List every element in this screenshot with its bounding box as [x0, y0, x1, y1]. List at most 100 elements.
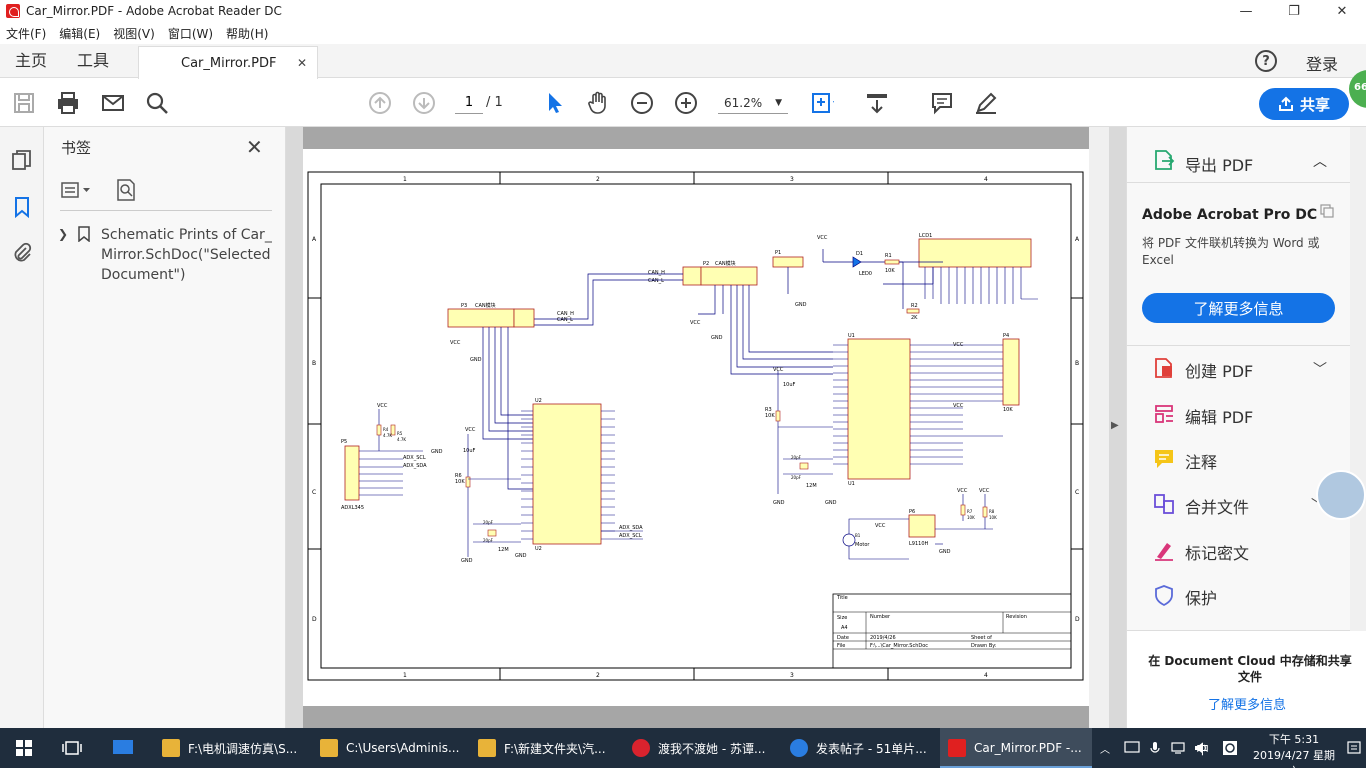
menu-file[interactable]: 文件(F): [6, 25, 46, 42]
cloud-learn-more-link[interactable]: 了解更多信息: [1127, 694, 1366, 713]
u1-mcu: [847, 338, 911, 480]
new-bookmark-icon[interactable]: [114, 178, 138, 202]
tools-panel-scrollbar[interactable]: [1350, 127, 1366, 631]
close-window-button[interactable]: ✕: [1318, 0, 1366, 22]
login-button[interactable]: 登录: [1306, 51, 1338, 75]
acrobat-icon: [6, 4, 20, 18]
taskbar-item-explorer-2[interactable]: C:\Users\Adminis...: [308, 728, 463, 768]
attachment-icon[interactable]: [11, 242, 33, 264]
row-label: D: [312, 616, 317, 623]
document-cloud-promo: 在 Document Cloud 中存储和共享文件 了解更多信息: [1127, 630, 1366, 728]
taskbar-item-acrobat[interactable]: Car_Mirror.PDF -...: [940, 728, 1092, 768]
c-10uf-label: 10uF: [783, 382, 796, 388]
taskbar-item-music[interactable]: 渡我不渡她 - 苏谭...: [624, 728, 779, 768]
export-pdf-header[interactable]: 导出 PDF ︿: [1127, 127, 1366, 183]
r6-value: 10K: [455, 479, 465, 485]
document-viewport[interactable]: 1 2 3 4 1 2 3 4 A B C D A B C D LCD1 D1 …: [286, 127, 1126, 728]
bookmark-panel: 书签 ✕ ❯ Schematic Prints of Car_Mirror.Sc…: [44, 127, 286, 728]
chevron-up-icon[interactable]: ︿: [1313, 151, 1327, 171]
zoom-level-select[interactable]: 61.2% ▼: [718, 92, 788, 114]
document-scrollbar[interactable]: [1089, 127, 1109, 728]
info-icon[interactable]: [1320, 204, 1334, 218]
select-cursor-icon[interactable]: [543, 91, 567, 115]
bookmark-panel-icon[interactable]: [11, 196, 33, 218]
comment-icon[interactable]: [930, 91, 954, 115]
p3-connector: [513, 308, 535, 328]
tool-label: 合并文件: [1185, 498, 1250, 517]
next-page-icon[interactable]: [412, 91, 436, 115]
page-number-input[interactable]: [455, 92, 483, 114]
ime-label[interactable]: 中: [1196, 728, 1209, 768]
taskbar-item-explorer-1[interactable]: F:\电机调速仿真\S...: [150, 728, 305, 768]
menu-help[interactable]: 帮助(H): [226, 25, 268, 42]
browser-icon: [790, 739, 808, 757]
fit-page-icon[interactable]: [810, 91, 834, 115]
tool-edit-pdf[interactable]: 编辑 PDF: [1127, 395, 1366, 435]
system-clock[interactable]: 下午 5:31 2019/4/27 星期六: [1248, 732, 1340, 768]
message-icon[interactable]: [1124, 741, 1140, 755]
xtal-label: 12M: [498, 547, 509, 553]
chevron-right-icon[interactable]: ❯: [58, 227, 68, 241]
tool-redact[interactable]: 标记密文: [1127, 531, 1366, 571]
minimize-button[interactable]: —: [1222, 0, 1270, 22]
cloud-title: 在 Document Cloud 中存储和共享文件: [1148, 654, 1352, 684]
search-icon[interactable]: [145, 91, 169, 115]
taskbar-item-browser[interactable]: 发表帖子 - 51单片...: [782, 728, 937, 768]
windows-start-icon[interactable]: [16, 740, 32, 756]
mail-icon[interactable]: [101, 91, 125, 115]
close-tab-icon[interactable]: ✕: [297, 56, 307, 70]
tab-tools[interactable]: 工具: [77, 44, 109, 78]
tab-document[interactable]: Car_Mirror.PDF ✕: [138, 46, 318, 79]
u2-mcu: [532, 403, 602, 545]
chevron-down-icon[interactable]: ﹀: [1313, 359, 1327, 379]
tool-create-pdf[interactable]: 创建 PDF ﹀: [1127, 349, 1366, 389]
taskbar-item-label: 渡我不渡她 - 苏谭...: [658, 741, 766, 756]
maximize-button[interactable]: ❐: [1270, 0, 1318, 22]
toolbar: / 1 61.2% ▼ 共享: [0, 79, 1366, 127]
tool-protect[interactable]: 保护: [1127, 576, 1366, 616]
close-icon[interactable]: ✕: [246, 135, 263, 159]
bookmark-options-icon[interactable]: [60, 180, 94, 200]
save-icon[interactable]: [12, 91, 36, 115]
gnd-label: GND: [773, 500, 785, 506]
page-thumbnails-icon[interactable]: [11, 149, 33, 171]
p6-label: P6: [909, 509, 915, 515]
row-label: A: [312, 236, 317, 243]
input-method-icon[interactable]: [1222, 740, 1238, 756]
print-icon[interactable]: [56, 91, 80, 115]
scroll-mode-icon[interactable]: [865, 91, 889, 115]
u2-label: U2: [535, 398, 542, 404]
menu-window[interactable]: 窗口(W): [168, 25, 213, 42]
mic-icon[interactable]: [1148, 741, 1162, 755]
draw-pen-icon[interactable]: [974, 91, 998, 115]
row-label: A: [1075, 236, 1080, 243]
gnd-label: GND: [825, 500, 837, 506]
menu-edit[interactable]: 编辑(E): [59, 25, 100, 42]
expand-right-panel-icon[interactable]: ▶: [1111, 420, 1119, 431]
page-gap-top: [303, 127, 1089, 149]
p3-label: P3: [461, 303, 467, 309]
notification-icon[interactable]: [1346, 740, 1362, 756]
col-label: 4: [984, 176, 988, 183]
gnd-label: GND: [431, 449, 443, 455]
left-rail: [0, 127, 44, 728]
learn-more-button[interactable]: 了解更多信息: [1142, 293, 1335, 323]
zoom-out-icon[interactable]: [630, 91, 654, 115]
p2-can-module: [700, 266, 758, 286]
network-icon[interactable]: [1170, 741, 1186, 755]
chevron-up-icon[interactable]: ︿: [1100, 728, 1110, 768]
vcc-label: VCC: [953, 403, 964, 409]
prev-page-icon[interactable]: [368, 91, 392, 115]
tab-home[interactable]: 主页: [15, 44, 47, 78]
help-icon[interactable]: ?: [1255, 50, 1277, 72]
zoom-in-icon[interactable]: [674, 91, 698, 115]
title-block: [832, 593, 1072, 669]
assistant-avatar[interactable]: [1316, 470, 1366, 520]
menu-view[interactable]: 视图(V): [113, 25, 155, 42]
taskbar-item-explorer-3[interactable]: F:\新建文件夹\汽...: [466, 728, 621, 768]
task-view-icon[interactable]: [62, 740, 82, 756]
c-10uf-label: 10uF: [463, 448, 476, 454]
hand-tool-icon[interactable]: [586, 91, 610, 115]
desktop-app-icon[interactable]: [112, 738, 134, 758]
share-button[interactable]: 共享: [1259, 88, 1349, 120]
